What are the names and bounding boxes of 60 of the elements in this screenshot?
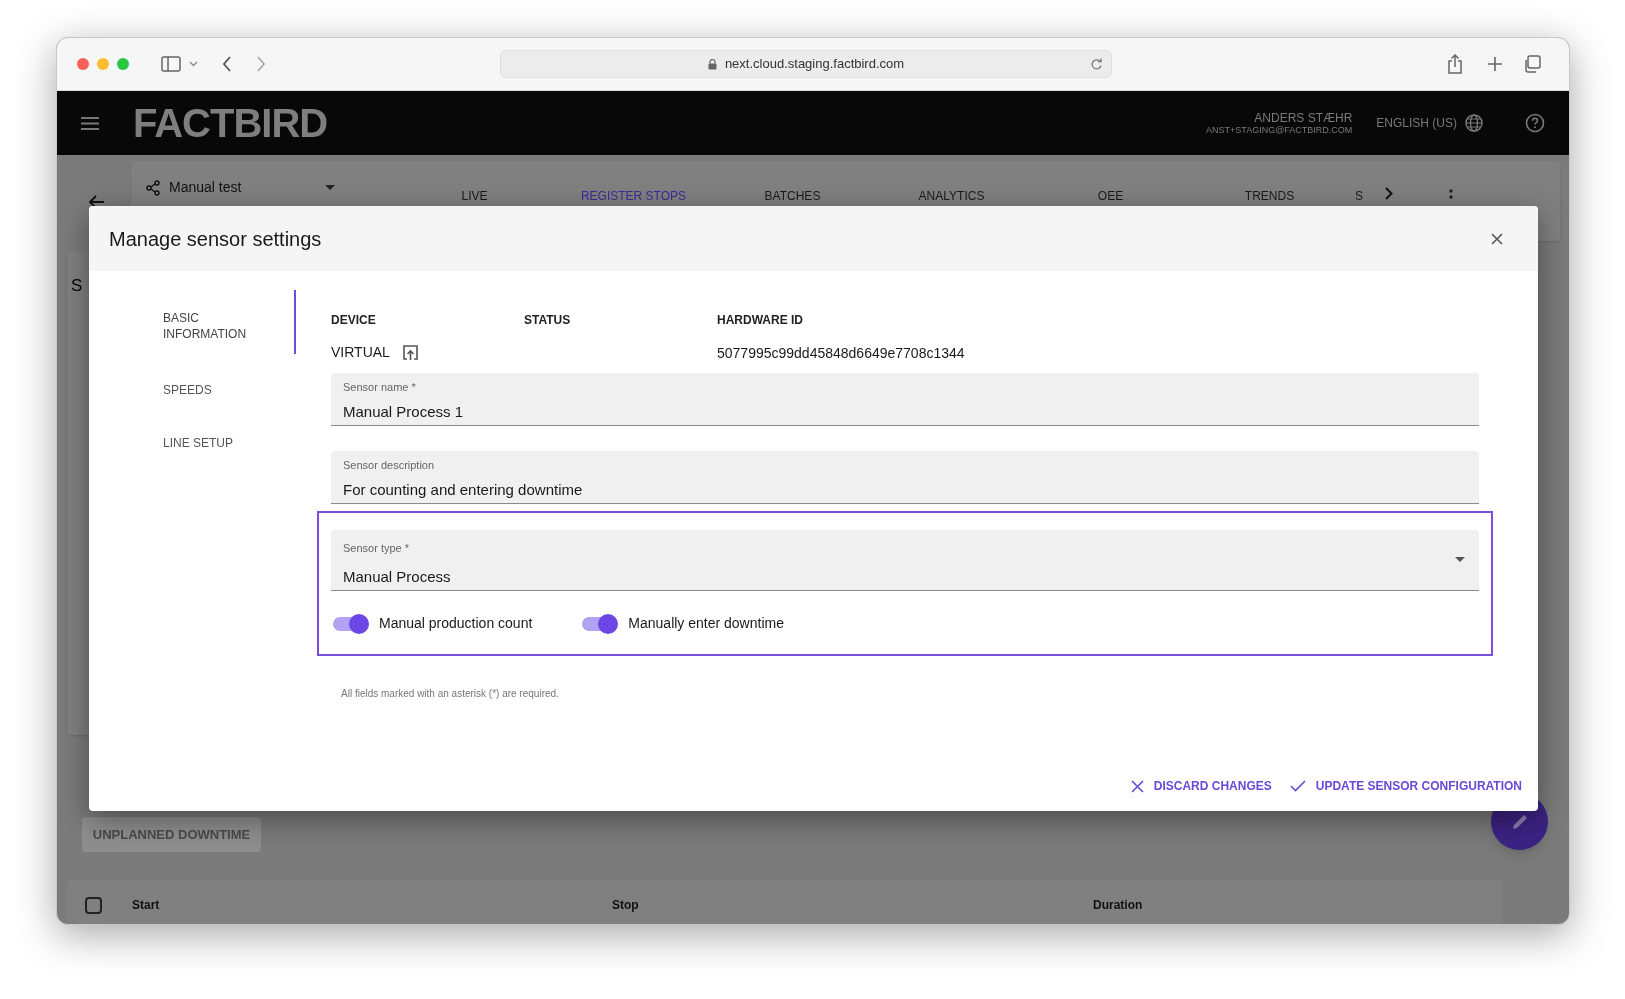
close-window-button[interactable] [77, 58, 89, 70]
column-header: Start [132, 897, 161, 914]
chevron-down-icon[interactable] [189, 61, 198, 67]
device-type: VIRTUAL [331, 342, 390, 362]
dropdown-caret-icon [1455, 557, 1465, 562]
address-bar[interactable]: next.cloud.staging.factbird.com [500, 50, 1112, 78]
unplanned-downtime-button[interactable]: UNPLANNED DOWNTIME [82, 817, 261, 852]
sidebar-icon[interactable] [161, 56, 181, 72]
dialog-title: Manage sensor settings [109, 226, 322, 252]
user-email: ANST+STAGING@FACTBIRD.COM [1206, 125, 1353, 135]
nav-item[interactable]: SPEEDS [163, 354, 296, 406]
checkbox[interactable] [85, 896, 102, 914]
back-icon[interactable] [222, 56, 232, 72]
help-icon[interactable] [1525, 113, 1545, 133]
nav-item[interactable]: BASIC INFORMATION [163, 290, 296, 354]
menu-icon[interactable] [81, 116, 99, 130]
chevron-right-icon[interactable] [1385, 187, 1393, 200]
tab[interactable]: OEE [1031, 187, 1190, 205]
toggle-label: Manual production count [379, 614, 533, 633]
user-name: ANDERS STÆHR [1254, 111, 1353, 124]
column-heading: DEVICE [331, 312, 377, 329]
lock-icon [707, 58, 717, 70]
toggle-switch[interactable] [331, 613, 369, 634]
column-header: Stop [612, 897, 640, 914]
url-text: next.cloud.staging.factbird.com [724, 55, 905, 74]
back-arrow-icon[interactable] [89, 195, 105, 209]
close-icon [1130, 779, 1144, 793]
tab[interactable]: S [1349, 187, 1369, 205]
nav-item[interactable]: LINE SETUP [163, 406, 296, 458]
discard-button[interactable]: DISCARD CHANGES [1130, 777, 1272, 795]
toggle-label: Manually enter downtime [628, 614, 784, 633]
tab[interactable]: LIVE [395, 187, 554, 205]
share-nodes-icon [145, 179, 161, 196]
update-button[interactable]: UPDATE SENSOR CONFIGURATION [1289, 777, 1522, 795]
close-icon[interactable] [1491, 232, 1503, 245]
dropdown-caret-icon [325, 185, 335, 190]
tab[interactable]: REGISTER STOPS [554, 187, 713, 205]
language-selector[interactable]: ENGLISH (US) [1376, 114, 1483, 132]
reload-icon[interactable] [1090, 57, 1103, 71]
tab[interactable]: BATCHES [713, 187, 872, 205]
tab[interactable]: ANALYTICS [872, 187, 1031, 205]
logo: FACTBIRD [133, 100, 328, 147]
column-header: Duration [1093, 897, 1144, 914]
text-field[interactable]: Sensor description For counting and entering downtime [331, 451, 1479, 504]
hardware-id: 5077995c99dd45848d6649e7708c1344 [717, 345, 965, 361]
plus-icon[interactable] [1487, 56, 1503, 72]
toggle-switch[interactable] [580, 613, 619, 634]
required-note: All fields marked with an asterisk (*) are required. [341, 687, 560, 701]
text-field[interactable]: Sensor name * Manual Process 1 [331, 373, 1479, 426]
tab[interactable]: TRENDS [1190, 187, 1349, 205]
share-icon[interactable] [1447, 54, 1463, 74]
column-heading: STATUS [524, 312, 572, 329]
tabs-icon[interactable] [1523, 55, 1541, 73]
column-heading: HARDWARE ID [717, 312, 804, 329]
sensor-type-select[interactable]: Sensor type * Manual Process [331, 530, 1479, 591]
globe-icon [1465, 114, 1483, 132]
line-selector[interactable]: Manual test [145, 177, 335, 198]
upload-box-icon[interactable] [401, 343, 419, 361]
check-icon [1289, 780, 1306, 792]
section-heading: S [71, 276, 83, 295]
